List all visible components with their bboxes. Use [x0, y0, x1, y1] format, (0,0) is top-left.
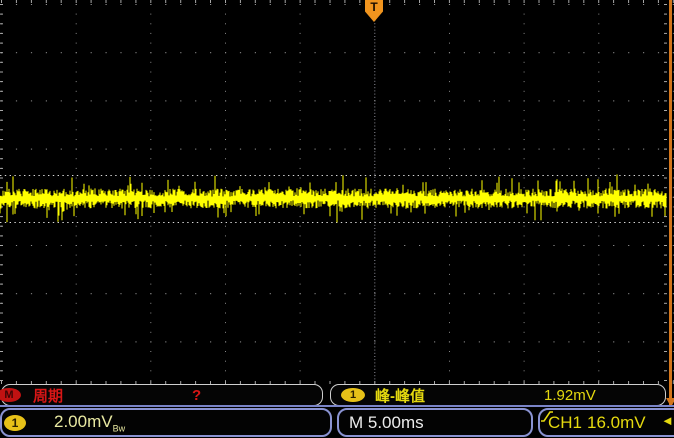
oscilloscope-screen: T M 周期 ? 1 峰-峰值 1.92mV 1 2.00mVBw M 5.00…: [0, 0, 674, 438]
trigger-status: CH1 16.0mV: [548, 413, 646, 433]
rising-edge-icon: [540, 410, 554, 423]
trigger-marker-label: T: [370, 0, 377, 22]
peakpeak-value: 1.92mV: [544, 387, 596, 404]
ch1-badge: 1: [4, 415, 26, 431]
period-label: 周期: [33, 385, 63, 406]
ch1-scale-box[interactable]: 1 2.00mVBw: [0, 408, 332, 437]
ch1-scale-value: 2.00mVBw: [54, 412, 125, 433]
waveform-display: T: [0, 0, 674, 385]
measurement-period-box: M 周期 ?: [1, 384, 323, 406]
measurement-peakpeak-box: 1 峰-峰值 1.92mV: [330, 384, 666, 406]
peakpeak-label: 峰-峰值: [375, 385, 425, 406]
trigger-level-line[interactable]: [669, 0, 672, 406]
timebase-value: M 5.00ms: [349, 413, 424, 433]
timebase-box[interactable]: M 5.00ms: [337, 408, 533, 437]
ch1-noise-trace: [0, 0, 674, 385]
trigger-level-value: 16.0mV: [587, 413, 646, 433]
period-value: ?: [192, 387, 201, 404]
ch1-source-badge: 1: [341, 388, 365, 402]
bandwidth-limit-indicator: Bw: [113, 423, 126, 433]
trigger-status-box[interactable]: CH1 16.0mV: [538, 408, 674, 437]
more-menu-arrow[interactable]: ◄: [661, 413, 674, 428]
math-source-badge: M: [0, 388, 21, 402]
status-bar-divider: [0, 405, 674, 407]
